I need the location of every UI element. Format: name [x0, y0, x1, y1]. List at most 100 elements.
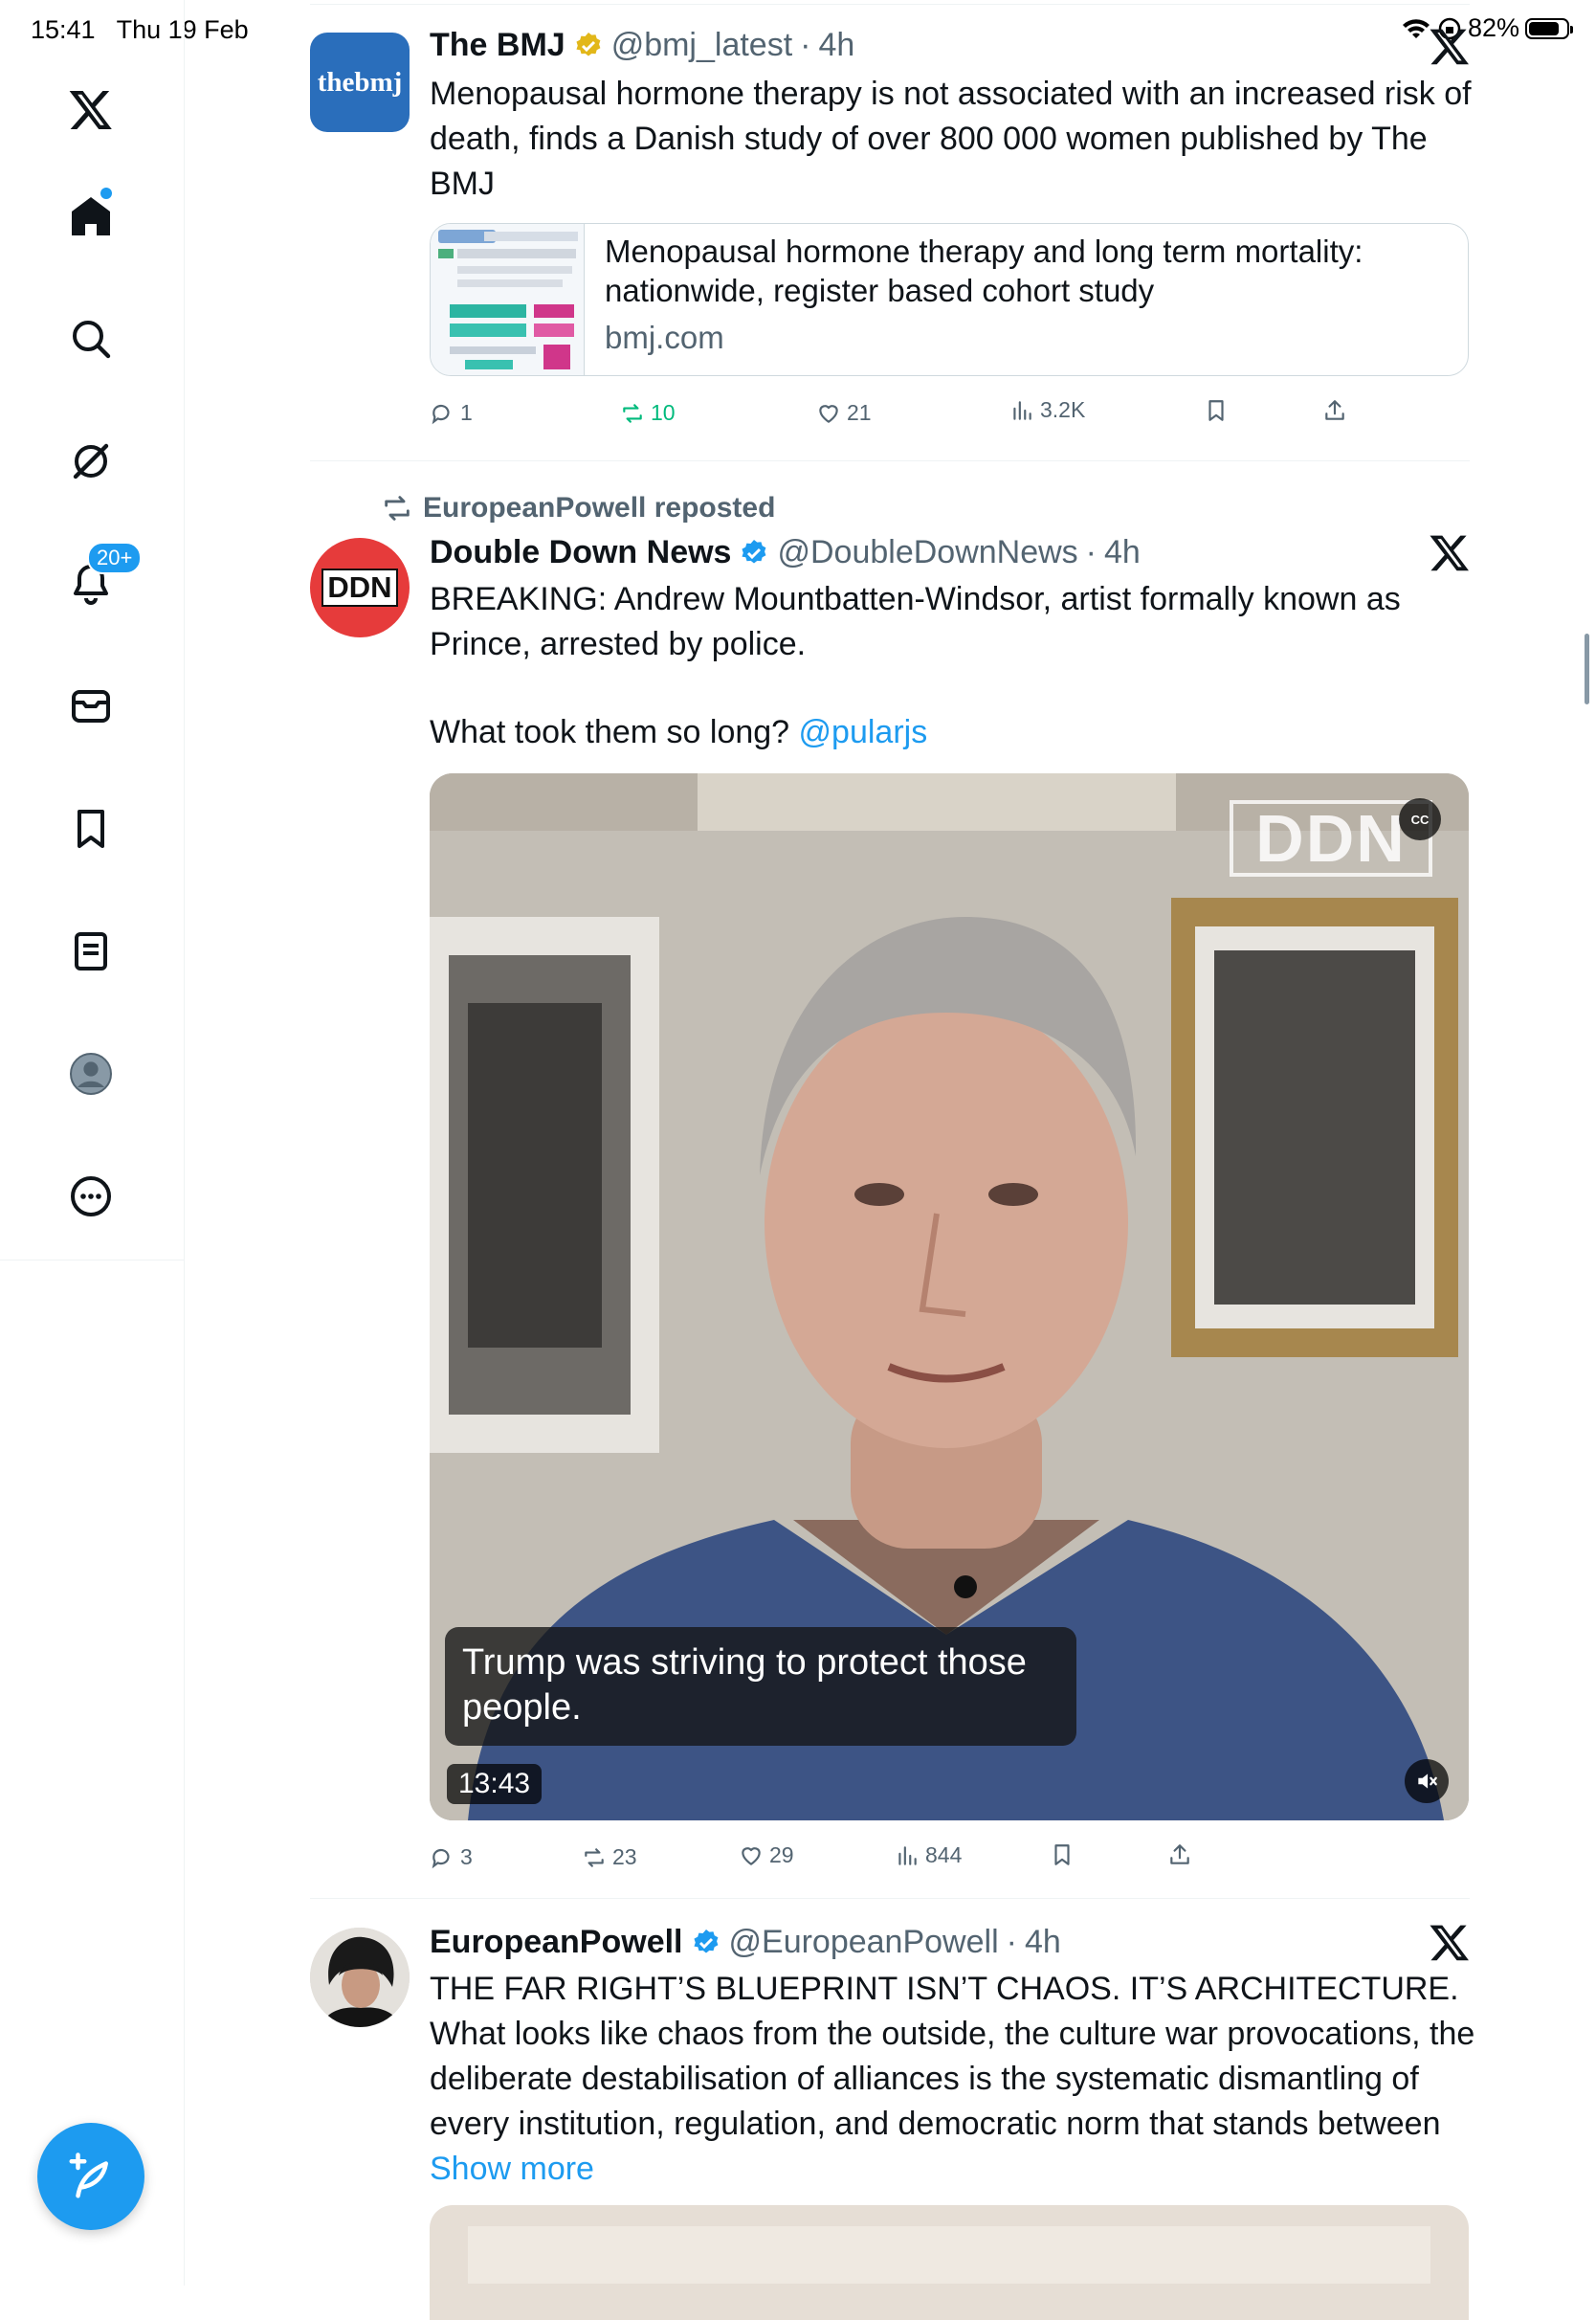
mention-link[interactable]: @pularjs: [799, 714, 928, 750]
tweet-text: BREAKING: Andrew Mountbatten-Windsor, ar…: [430, 581, 1401, 662]
show-more-link[interactable]: Show more: [430, 2151, 594, 2187]
heart-icon: [742, 1846, 761, 1865]
video-duration: 13:43: [447, 1764, 543, 1804]
author-name[interactable]: The BMJ: [430, 27, 565, 64]
more-circle-icon: [71, 1176, 111, 1216]
ddn-avatar[interactable]: DDN: [310, 538, 410, 637]
tweet-divider: [310, 1898, 1470, 1899]
x-logo-icon[interactable]: [1429, 531, 1471, 573]
like-button[interactable]: 21: [816, 400, 872, 426]
link-card[interactable]: Menopausal hormone therapy and long term…: [430, 223, 1469, 376]
verified-blue-icon: [742, 539, 766, 564]
tweet-time[interactable]: 4h: [819, 27, 855, 64]
repost-button[interactable]: 10: [620, 400, 676, 426]
views-button[interactable]: 844: [895, 1842, 962, 1868]
new-posts-dot: [100, 188, 112, 199]
profile-avatar-icon: [70, 1053, 112, 1095]
separator-dot: ·: [800, 27, 811, 63]
sidebar-item-grok[interactable]: [53, 423, 129, 500]
repost-count: 10: [651, 400, 676, 425]
bmj-avatar[interactable]: thebmj: [310, 33, 410, 132]
tweet-header: The BMJ @bmj_latest · 4h: [430, 27, 854, 64]
author-name[interactable]: EuropeanPowell: [430, 1924, 683, 1961]
sidebar-item-search[interactable]: [53, 301, 129, 377]
list-icon: [75, 932, 107, 970]
views-chart-icon: [898, 1845, 917, 1865]
scroll-indicator[interactable]: [1585, 634, 1589, 704]
tweet-text-followup: What took them so long? @pularjs: [430, 710, 1473, 755]
repost-button[interactable]: 23: [582, 1844, 637, 1870]
sidebar-item-profile[interactable]: [53, 1036, 129, 1112]
x-logo-button[interactable]: [53, 71, 129, 147]
like-button[interactable]: 29: [739, 1842, 794, 1868]
tweet-time[interactable]: 4h: [1104, 534, 1141, 571]
mail-icon: [72, 690, 110, 723]
views-button[interactable]: 3.2K: [1009, 397, 1085, 423]
card-domain: bmj.com: [605, 320, 724, 355]
author-name[interactable]: Double Down News: [430, 534, 731, 571]
reply-button[interactable]: 3: [430, 1844, 473, 1870]
share-button[interactable]: [1167, 1842, 1192, 1867]
author-handle[interactable]: @EuropeanPowell: [729, 1924, 999, 1961]
repost-context[interactable]: EuropeanPowell reposted: [381, 492, 775, 524]
reply-count: 3: [460, 1844, 473, 1869]
verified-gold-icon: [576, 32, 601, 56]
author-handle[interactable]: @bmj_latest: [611, 27, 792, 64]
bmj-avatar-text: thebmj: [317, 66, 403, 98]
sidebar-item-notifications[interactable]: 20+: [53, 542, 143, 622]
home-icon: [72, 197, 110, 235]
search-icon: [73, 321, 111, 359]
tweet-time[interactable]: 4h: [1025, 1924, 1061, 1961]
bookmark-icon: [1208, 400, 1224, 421]
card-title: Menopausal hormone therapy and long term…: [605, 234, 1363, 308]
compose-feather-icon: [69, 2153, 108, 2198]
bookmark-button[interactable]: [1204, 398, 1229, 423]
sidebar-item-bookmarks[interactable]: [53, 791, 129, 867]
bookmark-icon: [78, 810, 104, 848]
tweet-text: THE FAR RIGHT’S BLUEPRINT ISN’T CHAOS. I…: [430, 1971, 1475, 2142]
battery-icon: [1525, 17, 1573, 39]
views-count: 3.2K: [1040, 397, 1086, 422]
battery-percent: 82%: [1467, 13, 1519, 42]
views-count: 844: [925, 1842, 963, 1867]
repost-icon: [585, 1847, 604, 1867]
mute-button[interactable]: [1405, 1759, 1449, 1803]
reply-count: 1: [460, 400, 473, 425]
sidebar-item-home[interactable]: [53, 178, 129, 255]
ddn-avatar-text: DDN: [321, 569, 398, 607]
reply-icon: [432, 1848, 450, 1868]
status-indicators: 82%: [1401, 13, 1573, 43]
views-chart-icon: [1013, 400, 1031, 420]
x-logo-icon[interactable]: [1429, 1921, 1471, 1963]
verified-blue-icon: [693, 1929, 718, 1953]
notifications-badge: 20+: [87, 542, 143, 574]
share-button[interactable]: [1322, 398, 1347, 423]
bookmark-icon: [1054, 1844, 1070, 1865]
reply-button[interactable]: 1: [430, 400, 473, 426]
grok-icon: [73, 443, 109, 480]
separator-dot: ·: [1085, 534, 1097, 570]
sidebar-item-lists[interactable]: [53, 913, 129, 990]
x-logo-icon[interactable]: [1429, 25, 1471, 67]
x-logo-icon: [69, 91, 112, 129]
share-icon: [1325, 400, 1344, 420]
media-preview[interactable]: [430, 2205, 1469, 2320]
sidebar-item-more[interactable]: [53, 1158, 129, 1235]
bookmark-button[interactable]: [1050, 1842, 1075, 1867]
author-handle[interactable]: @DoubleDownNews: [777, 534, 1077, 571]
like-count: 21: [847, 400, 872, 425]
tweet-text-block: THE FAR RIGHT’S BLUEPRINT ISN’T CHAOS. I…: [430, 1967, 1477, 2192]
closed-captions-button[interactable]: CC: [1399, 798, 1441, 840]
tweet-header: EuropeanPowell @EuropeanPowell · 4h: [430, 1924, 1061, 1961]
reply-icon: [432, 404, 450, 424]
card-thumbnail: [431, 224, 585, 375]
video-player[interactable]: DDN CC Trump was striving to protect tho…: [430, 773, 1469, 1820]
sidebar-item-messages[interactable]: [53, 668, 129, 745]
like-count: 29: [769, 1842, 794, 1867]
compose-button[interactable]: [37, 2123, 144, 2230]
person-avatar-icon: [310, 1928, 410, 2027]
share-icon: [1170, 1844, 1189, 1864]
wifi-icon: [1402, 18, 1430, 38]
repost-icon: [385, 496, 410, 521]
europeanpowell-avatar[interactable]: [310, 1928, 410, 2027]
